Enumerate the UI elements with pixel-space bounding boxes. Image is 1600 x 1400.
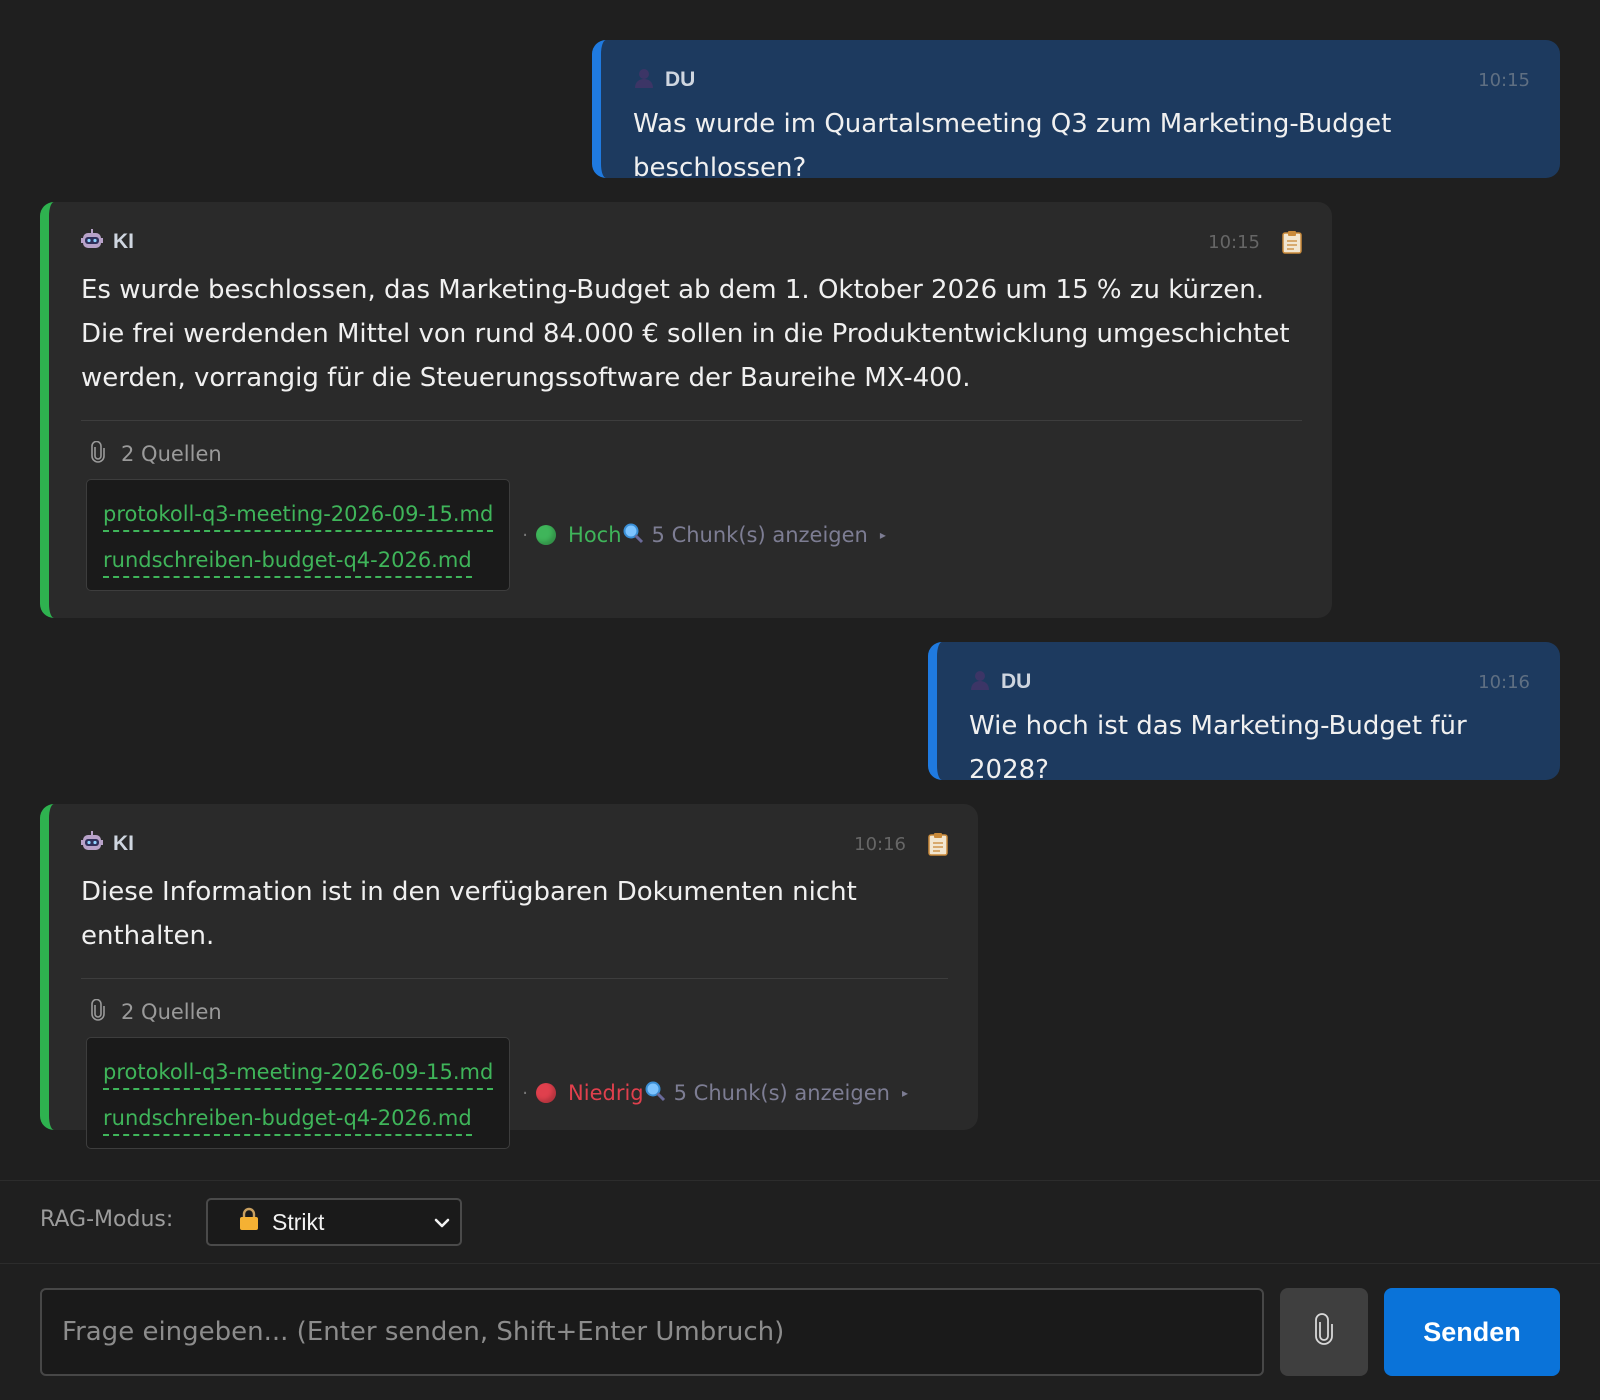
sender-label: KI xyxy=(113,230,134,253)
paperclip-icon xyxy=(89,440,107,468)
message-header: KI 10:16 xyxy=(81,830,948,858)
source-list: protokoll-q3-meeting-2026-09-15.md runds… xyxy=(86,479,511,591)
caret-icon[interactable]: ▸ xyxy=(880,528,886,542)
source-link[interactable]: protokoll-q3-meeting-2026-09-15.md xyxy=(103,1056,494,1090)
sources-header: 2 Quellen xyxy=(89,997,948,1027)
magnifier-icon[interactable] xyxy=(622,522,644,548)
timestamp: 10:16 xyxy=(1478,671,1530,693)
sender-label: DU xyxy=(665,68,696,91)
question-input[interactable]: Frage eingeben... (Enter senden, Shift+E… xyxy=(40,1288,1264,1376)
confidence-label: Niedrig xyxy=(568,1081,644,1105)
paperclip-icon xyxy=(1312,1313,1336,1351)
send-button[interactable]: Senden xyxy=(1384,1288,1560,1376)
paperclip-icon xyxy=(89,998,107,1026)
magnifier-icon[interactable] xyxy=(644,1080,666,1106)
message-header: DU 10:16 xyxy=(969,668,1530,696)
message-text: Es wurde beschlossen, das Marketing-Budg… xyxy=(81,275,1290,393)
ai-message: KI 10:16 Diese Information ist in den ve… xyxy=(40,804,978,1149)
clipboard-icon[interactable] xyxy=(1282,230,1302,254)
rag-mode-bar: RAG-Modus: Strikt xyxy=(0,1180,1600,1264)
rag-mode-value: Strikt xyxy=(272,1208,325,1235)
timestamp: 10:16 xyxy=(854,833,906,855)
chat-history: DU 10:15 Was wurde im Quartalsmeeting Q3… xyxy=(0,0,1600,1180)
caret-icon[interactable]: ▸ xyxy=(902,1086,908,1100)
sources-count: 2 Quellen xyxy=(121,442,222,466)
show-chunks-toggle[interactable]: 5 Chunk(s) anzeigen xyxy=(674,1081,890,1105)
lock-icon xyxy=(238,1207,260,1237)
confidence-dot xyxy=(536,525,557,545)
robot-icon xyxy=(81,830,103,858)
divider xyxy=(81,420,1302,421)
message-text: Diese Information ist in den verfügbaren… xyxy=(81,877,857,951)
message-header: DU 10:15 xyxy=(633,66,1530,94)
source-link[interactable]: rundschreiben-budget-q4-2026.md xyxy=(103,544,472,578)
timestamp: 10:15 xyxy=(1208,231,1260,253)
sources-header: 2 Quellen xyxy=(89,439,1302,469)
sender-label: KI xyxy=(113,832,134,855)
confidence-label: Hoch xyxy=(568,523,622,547)
user-icon xyxy=(969,669,991,695)
sources-row: protokoll-q3-meeting-2026-09-15.md runds… xyxy=(86,1037,948,1149)
separator: · xyxy=(522,524,529,546)
separator: · xyxy=(522,1082,529,1104)
confidence-dot xyxy=(536,1083,557,1103)
user-message: DU 10:15 Was wurde im Quartalsmeeting Q3… xyxy=(592,40,1560,183)
ai-message: KI 10:15 Es wurde beschlossen, das Marke… xyxy=(40,202,1332,618)
rag-mode-label: RAG-Modus: xyxy=(40,1207,174,1232)
source-link[interactable]: protokoll-q3-meeting-2026-09-15.md xyxy=(103,498,494,532)
sources-row: protokoll-q3-meeting-2026-09-15.md runds… xyxy=(86,479,1302,591)
sources-count: 2 Quellen xyxy=(121,1000,222,1024)
user-icon xyxy=(633,67,655,93)
message-header: KI 10:15 xyxy=(81,228,1302,256)
clipboard-icon[interactable] xyxy=(928,832,948,856)
chevron-down-icon xyxy=(432,1212,452,1239)
source-list: protokoll-q3-meeting-2026-09-15.md runds… xyxy=(86,1037,511,1149)
rag-mode-select[interactable]: Strikt xyxy=(206,1198,462,1246)
sender-label: DU xyxy=(1001,670,1032,693)
message-text: Wie hoch ist das Marketing-Budget für 20… xyxy=(969,711,1467,785)
robot-icon xyxy=(81,228,103,256)
divider xyxy=(81,978,948,979)
source-link[interactable]: rundschreiben-budget-q4-2026.md xyxy=(103,1102,472,1136)
message-text: Was wurde im Quartalsmeeting Q3 zum Mark… xyxy=(633,109,1392,183)
question-placeholder: Frage eingeben... (Enter senden, Shift+E… xyxy=(62,1317,785,1347)
user-message: DU 10:16 Wie hoch ist das Marketing-Budg… xyxy=(928,642,1560,785)
show-chunks-toggle[interactable]: 5 Chunk(s) anzeigen xyxy=(652,523,868,547)
attach-button[interactable] xyxy=(1280,1288,1368,1376)
timestamp: 10:15 xyxy=(1478,69,1530,91)
